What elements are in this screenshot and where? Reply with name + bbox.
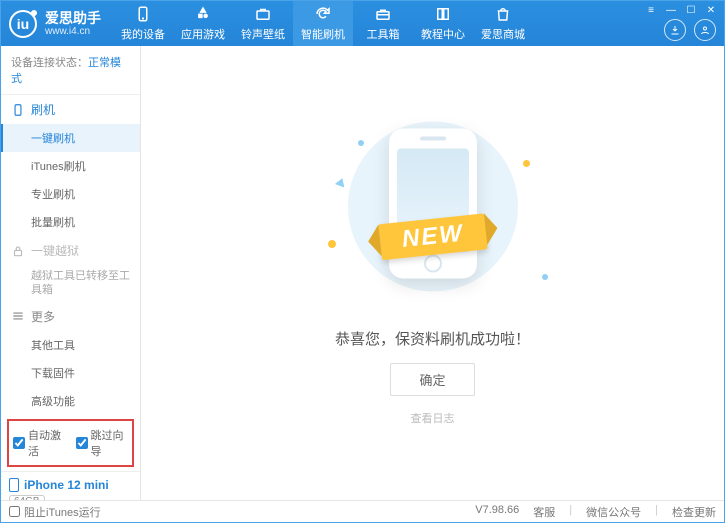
- app-window: iu 爱思助手 www.i4.cn 我的设备 应用游戏 铃声壁纸 智能刷机: [0, 0, 725, 523]
- wechat-link[interactable]: 微信公众号: [586, 504, 641, 520]
- nav-label: 工具箱: [367, 26, 400, 42]
- group-title: 一键越狱: [31, 242, 79, 259]
- group-title: 刷机: [31, 101, 55, 118]
- nav-toolbox[interactable]: 工具箱: [353, 1, 413, 46]
- phone-icon: [11, 103, 25, 117]
- sidebar-group-jailbreak: 一键越狱: [1, 236, 140, 265]
- menu-icon: [11, 309, 25, 323]
- nav-label: 我的设备: [121, 26, 165, 42]
- auto-activate-input[interactable]: [13, 437, 25, 449]
- nav-smart-flash[interactable]: 智能刷机: [293, 1, 353, 46]
- block-itunes-input[interactable]: [9, 506, 20, 517]
- top-nav: 我的设备 应用游戏 铃声壁纸 智能刷机 工具箱 教程中心: [113, 1, 724, 46]
- conn-label: 设备连接状态：: [11, 57, 88, 69]
- group-title: 更多: [31, 308, 55, 325]
- customer-service-link[interactable]: 客服: [533, 504, 555, 520]
- nav-store[interactable]: 爱思商城: [473, 1, 533, 46]
- titlebar: iu 爱思助手 www.i4.cn 我的设备 应用游戏 铃声壁纸 智能刷机: [1, 1, 724, 46]
- refresh-icon: [314, 5, 332, 23]
- status-bar: 阻止iTunes运行 V7.98.66 客服 | 微信公众号 | 检查更新: [1, 500, 724, 522]
- version-label: V7.98.66: [475, 504, 519, 520]
- close-button[interactable]: ✕: [702, 3, 720, 17]
- jailbreak-note: 越狱工具已转移至工具箱: [1, 265, 140, 302]
- logo-icon: iu: [9, 10, 37, 38]
- sidebar-item-itunes-flash[interactable]: iTunes刷机: [1, 152, 140, 180]
- device-panel[interactable]: iPhone 12 mini 64GB Down-12mini-13,1: [1, 471, 140, 500]
- sidebar-item-download-firmware[interactable]: 下载固件: [1, 359, 140, 387]
- sidebar-item-pro-flash[interactable]: 专业刷机: [1, 180, 140, 208]
- view-log-link[interactable]: 查看日志: [411, 410, 455, 426]
- settings-button[interactable]: ≡: [642, 3, 660, 17]
- briefcase-icon: [254, 5, 272, 23]
- success-message: 恭喜您，保资料刷机成功啦！: [335, 328, 530, 349]
- nav-label: 教程中心: [421, 26, 465, 42]
- sidebar-item-batch-flash[interactable]: 批量刷机: [1, 208, 140, 236]
- nav-label: 智能刷机: [301, 26, 345, 42]
- device-name: iPhone 12 mini: [24, 478, 109, 492]
- block-itunes-label: 阻止iTunes运行: [24, 504, 101, 520]
- toolbox-icon: [374, 5, 392, 23]
- nav-my-device[interactable]: 我的设备: [113, 1, 173, 46]
- sidebar-group-flash[interactable]: 刷机: [1, 95, 140, 124]
- auto-activate-label: 自动激活: [28, 427, 66, 459]
- download-icon: [669, 24, 681, 36]
- sidebar-item-advanced[interactable]: 高级功能: [1, 387, 140, 415]
- nav-apps-games[interactable]: 应用游戏: [173, 1, 233, 46]
- app-url: www.i4.cn: [45, 27, 101, 37]
- window-controls: ≡ — ☐ ✕: [642, 3, 720, 17]
- sidebar-group-more[interactable]: 更多: [1, 302, 140, 331]
- block-itunes-checkbox[interactable]: 阻止iTunes运行: [9, 504, 101, 520]
- options-highlight-box: 自动激活 跳过向导: [7, 419, 134, 467]
- connection-status: 设备连接状态：正常模式: [1, 46, 140, 95]
- app-name: 爱思助手: [45, 11, 101, 25]
- device-icon: [9, 478, 19, 492]
- phone-icon: [134, 5, 152, 23]
- nav-label: 应用游戏: [181, 26, 225, 42]
- minimize-button[interactable]: —: [662, 3, 680, 17]
- sidebar: 设备连接状态：正常模式 刷机 一键刷机 iTunes刷机 专业刷机 批量刷机 一…: [1, 46, 141, 500]
- device-storage-badge: 64GB: [9, 495, 45, 500]
- nav-label: 铃声壁纸: [241, 26, 285, 42]
- checkbox-skip-setup[interactable]: 跳过向导: [76, 427, 129, 459]
- ok-button[interactable]: 确定: [390, 363, 474, 396]
- nav-tutorial[interactable]: 教程中心: [413, 1, 473, 46]
- nav-label: 爱思商城: [481, 26, 525, 42]
- main-content: NEW 恭喜您，保资料刷机成功啦！ 确定 查看日志: [141, 46, 724, 500]
- app-logo: iu 爱思助手 www.i4.cn: [1, 10, 113, 38]
- account-button[interactable]: [694, 19, 716, 41]
- user-icon: [699, 24, 711, 36]
- download-button[interactable]: [664, 19, 686, 41]
- skip-setup-label: 跳过向导: [91, 427, 129, 459]
- checkbox-auto-activate[interactable]: 自动激活: [13, 427, 66, 459]
- app-body: 设备连接状态：正常模式 刷机 一键刷机 iTunes刷机 专业刷机 批量刷机 一…: [1, 46, 724, 500]
- book-icon: [434, 5, 452, 23]
- sidebar-item-one-key-flash[interactable]: 一键刷机: [1, 124, 140, 152]
- lock-icon: [11, 244, 25, 258]
- check-update-link[interactable]: 检查更新: [672, 504, 716, 520]
- bag-icon: [494, 5, 512, 23]
- maximize-button[interactable]: ☐: [682, 3, 700, 17]
- sidebar-item-other-tools[interactable]: 其他工具: [1, 331, 140, 359]
- nav-ringtone-wallpaper[interactable]: 铃声壁纸: [233, 1, 293, 46]
- success-illustration: NEW: [318, 120, 548, 310]
- skip-setup-input[interactable]: [76, 437, 88, 449]
- apps-icon: [194, 5, 212, 23]
